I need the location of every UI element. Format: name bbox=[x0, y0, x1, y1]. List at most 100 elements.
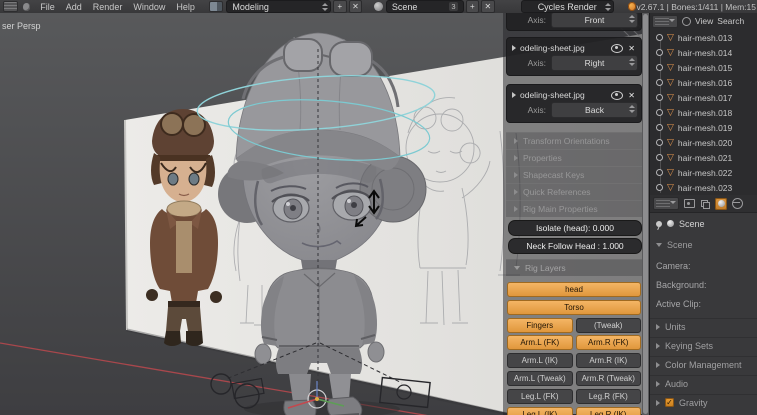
close-scene-button[interactable]: ✕ bbox=[481, 0, 495, 13]
viewport-3d[interactable]: ser Persp Axis: Front odeling-sheet.jpg … bbox=[0, 13, 649, 415]
expand-arrow-icon[interactable] bbox=[512, 45, 516, 51]
tab-world[interactable] bbox=[731, 198, 743, 210]
panel-color-management[interactable]: Color Management bbox=[650, 356, 757, 372]
outliner-view-menu[interactable]: View bbox=[695, 16, 713, 26]
outliner-item-hair-mesh-020[interactable]: ▽hair-mesh.020 bbox=[650, 135, 757, 150]
add-scene-button[interactable]: + bbox=[466, 0, 480, 13]
menu-add[interactable]: Add bbox=[66, 2, 82, 12]
rig-layer-button-arm-l-tweak[interactable]: Arm.L (Tweak) bbox=[507, 371, 573, 386]
rig-layer-button-leg-l-ik[interactable]: Leg.L (IK) bbox=[507, 407, 573, 415]
axis-select-back[interactable]: Back bbox=[551, 102, 638, 118]
menu-window[interactable]: Window bbox=[133, 2, 165, 12]
tab-render-layers[interactable] bbox=[699, 198, 711, 210]
tab-render[interactable] bbox=[683, 198, 695, 210]
dropdown-arrows-icon bbox=[629, 105, 634, 113]
panel-audio[interactable]: Audio bbox=[650, 375, 757, 391]
scene-users-count[interactable]: 3 bbox=[449, 2, 457, 11]
remove-image-icon[interactable]: ✕ bbox=[627, 91, 636, 100]
panel-keying-sets[interactable]: Keying Sets bbox=[650, 337, 757, 353]
outliner-item-hair-mesh-019[interactable]: ▽hair-mesh.019 bbox=[650, 120, 757, 135]
screen-layout-selector[interactable]: Modeling bbox=[226, 0, 331, 13]
blender-menu-icon[interactable] bbox=[23, 3, 31, 11]
visibility-eye-icon[interactable] bbox=[611, 91, 623, 100]
rig-layer-button-fingers[interactable]: Fingers bbox=[507, 318, 573, 333]
outliner-item-hair-mesh-015[interactable]: ▽hair-mesh.015 bbox=[650, 60, 757, 75]
slider-neck-follow-head[interactable]: Neck Follow Head : 1.000 bbox=[508, 238, 642, 254]
rig-layer-button-arm-r-fk[interactable]: Arm.R (FK) bbox=[576, 335, 642, 350]
expand-arrow-icon bbox=[514, 189, 518, 195]
add-layout-button[interactable]: + bbox=[333, 0, 347, 13]
panel-title: Audio bbox=[665, 379, 688, 389]
expand-arrow-icon bbox=[656, 324, 660, 330]
outliner-item-hair-mesh-022[interactable]: ▽hair-mesh.022 bbox=[650, 165, 757, 180]
panel-rig-main-properties[interactable]: Rig Main Properties bbox=[506, 200, 642, 217]
scrollbar-thumb[interactable] bbox=[643, 14, 648, 414]
panel-units[interactable]: Units bbox=[650, 318, 757, 334]
rig-layer-button-arm-l-fk[interactable]: Arm.L (FK) bbox=[507, 335, 573, 350]
tab-scene[interactable] bbox=[715, 198, 727, 210]
rig-layer-button-arm-r-tweak[interactable]: Arm.R (Tweak) bbox=[576, 371, 642, 386]
outliner-item-hair-mesh-014[interactable]: ▽hair-mesh.014 bbox=[650, 45, 757, 60]
panel-properties[interactable]: Properties bbox=[506, 149, 642, 166]
panel-quick-references[interactable]: Quick References bbox=[506, 183, 642, 200]
n-panel-scrollbar[interactable] bbox=[642, 13, 649, 415]
outliner-header: View Search bbox=[650, 13, 757, 29]
rig-layer-row: Leg.L (IK)Leg.R (IK) bbox=[507, 407, 641, 415]
object-icon bbox=[656, 34, 663, 41]
rig-layer-row: Leg.L (FK)Leg.R (FK) bbox=[507, 389, 641, 404]
rig-layer-button-head[interactable]: head bbox=[507, 282, 641, 297]
close-layout-button[interactable]: ✕ bbox=[349, 0, 363, 13]
outliner-item-label: hair-mesh.019 bbox=[678, 123, 732, 133]
visibility-eye-icon[interactable] bbox=[611, 44, 623, 53]
rig-layer-row: Arm.L (FK)Arm.R (FK) bbox=[507, 335, 641, 350]
rig-layer-button-tweak[interactable]: (Tweak) bbox=[576, 318, 642, 333]
panel-transform-orientations[interactable]: Transform Orientations bbox=[506, 132, 642, 149]
axis-select-right[interactable]: Right bbox=[551, 55, 638, 71]
outliner-item-hair-mesh-021[interactable]: ▽hair-mesh.021 bbox=[650, 150, 757, 165]
scene-panel-header[interactable]: Scene bbox=[656, 238, 752, 252]
menu-render[interactable]: Render bbox=[93, 2, 123, 12]
bg-image-name: odeling-sheet.jpg bbox=[520, 90, 607, 100]
panel-title: Transform Orientations bbox=[523, 136, 610, 146]
camera-icon bbox=[684, 199, 695, 208]
mesh-data-icon: ▽ bbox=[667, 63, 674, 72]
bg-image-panel-back: odeling-sheet.jpg ✕ Axis: Back bbox=[506, 84, 642, 123]
rig-layer-button-arm-r-ik[interactable]: Arm.R (IK) bbox=[576, 353, 642, 368]
object-icon bbox=[656, 154, 663, 161]
outliner-item-hair-mesh-017[interactable]: ▽hair-mesh.017 bbox=[650, 90, 757, 105]
slider-isolate-head[interactable]: Isolate (head): 0.000 bbox=[508, 220, 642, 236]
pin-icon[interactable] bbox=[656, 221, 662, 227]
rig-layer-button-torso[interactable]: Torso bbox=[507, 300, 641, 315]
screen-layout-value: Modeling bbox=[232, 2, 269, 12]
view-label: ser Persp bbox=[2, 21, 41, 31]
object-icon bbox=[656, 49, 663, 56]
render-engine-selector[interactable]: Cycles Render bbox=[521, 0, 614, 13]
axis-select-front[interactable]: Front bbox=[551, 13, 638, 28]
panel-shapecast-keys[interactable]: Shapecast Keys bbox=[506, 166, 642, 183]
panel-gravity[interactable]: ✓Gravity bbox=[650, 394, 757, 410]
outliner-item-hair-mesh-023[interactable]: ▽hair-mesh.023 bbox=[650, 180, 757, 195]
menu-file[interactable]: File bbox=[40, 2, 55, 12]
scene-selector[interactable]: Scene 3 bbox=[386, 0, 464, 13]
properties-editor-type[interactable] bbox=[653, 197, 679, 210]
filter-icon[interactable] bbox=[682, 17, 691, 26]
object-icon bbox=[656, 139, 663, 146]
rig-layer-button-leg-l-fk[interactable]: Leg.L (FK) bbox=[507, 389, 573, 404]
outliner-item-hair-mesh-016[interactable]: ▽hair-mesh.016 bbox=[650, 75, 757, 90]
remove-image-icon[interactable]: ✕ bbox=[627, 44, 636, 53]
editor-type-icon[interactable] bbox=[3, 1, 18, 12]
expand-arrow-icon[interactable] bbox=[512, 92, 516, 98]
outliner-item-label: hair-mesh.021 bbox=[678, 153, 732, 163]
rig-layer-button-leg-r-fk[interactable]: Leg.R (FK) bbox=[576, 389, 642, 404]
menu-help[interactable]: Help bbox=[176, 2, 195, 12]
outliner-item-hair-mesh-013[interactable]: ▽hair-mesh.013 bbox=[650, 30, 757, 45]
rig-layer-button-leg-r-ik[interactable]: Leg.R (IK) bbox=[576, 407, 642, 415]
gravity-checkbox[interactable]: ✓ bbox=[665, 398, 674, 407]
panel-rig-layers[interactable]: Rig Layers bbox=[506, 259, 642, 276]
outliner-item-label: hair-mesh.022 bbox=[678, 168, 732, 178]
axis-value: Back bbox=[585, 105, 604, 115]
outliner-item-hair-mesh-018[interactable]: ▽hair-mesh.018 bbox=[650, 105, 757, 120]
rig-layer-button-arm-l-ik[interactable]: Arm.L (IK) bbox=[507, 353, 573, 368]
outliner-search-menu[interactable]: Search bbox=[717, 16, 744, 26]
outliner-display-mode[interactable] bbox=[652, 15, 678, 28]
